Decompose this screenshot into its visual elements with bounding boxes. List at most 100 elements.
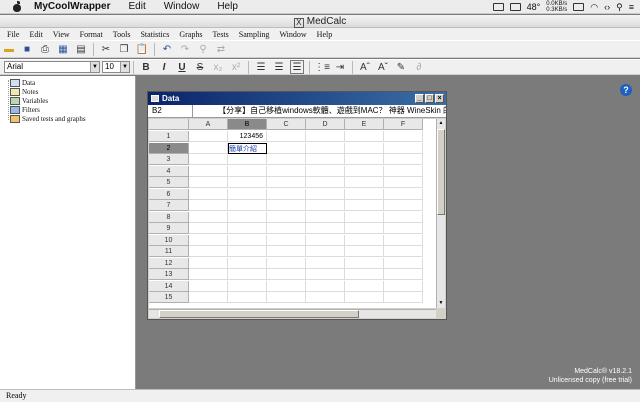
grid-cell[interactable] [345,131,384,142]
column-header[interactable]: A [189,119,228,130]
scroll-down-icon[interactable]: ▼ [437,299,445,308]
row-header[interactable]: 6 [149,188,189,200]
font-grow-icon[interactable]: Aˆ [358,60,372,74]
grid-cell[interactable] [384,246,423,257]
grid-cell[interactable] [189,131,228,142]
grid-cell[interactable]: 簡單介紹 [228,142,267,154]
menu-help[interactable]: Help [317,30,333,39]
column-header[interactable]: F [384,119,423,130]
row-header[interactable]: 11 [149,246,189,257]
apple-icon[interactable] [12,1,22,12]
grid-cell[interactable] [384,292,423,303]
grid-cell[interactable] [306,246,345,257]
grid-cell[interactable] [189,280,228,292]
font-size-select[interactable]: 10 ▼ [102,61,130,73]
grid-cell[interactable] [189,269,228,280]
menu-view[interactable]: View [53,30,70,39]
grid-cell[interactable] [345,188,384,200]
vertical-scrollbar[interactable]: ▲ ▼ [436,119,445,308]
spreadsheet-icon[interactable]: ▦ [56,42,70,56]
grid-cell[interactable] [384,200,423,211]
grid-cell[interactable] [384,131,423,142]
row-header[interactable]: 10 [149,234,189,246]
grid-cell[interactable] [189,165,228,177]
grid-cell[interactable] [189,200,228,211]
grid-cell[interactable] [345,246,384,257]
grid-cell[interactable] [345,292,384,303]
row-header[interactable]: 8 [149,211,189,223]
menu-format[interactable]: Format [80,30,103,39]
tree-item-variables[interactable]: Variables [10,96,135,105]
grid-cell[interactable] [228,234,267,246]
mac-app-name[interactable]: MyCoolWrapper [34,1,111,12]
subscript-icon[interactable]: x₂ [211,60,225,74]
menu-tools[interactable]: Tools [113,30,131,39]
grid-cell[interactable] [267,177,306,188]
grid-cell[interactable] [345,200,384,211]
align-left-icon[interactable]: ☰ [254,60,268,74]
grid-cell[interactable] [345,211,384,223]
grid-cell[interactable] [345,154,384,165]
grid-cell[interactable] [384,257,423,269]
row-header[interactable]: 1 [149,131,189,142]
formula-input[interactable]: 【分享】自己移植windows軟體、遊戲到MAC？ 神器 WineSkin 的 [193,105,446,117]
superscript-icon[interactable]: x² [229,60,243,74]
grid-cell[interactable] [306,131,345,142]
close-icon[interactable]: × [435,94,444,103]
edit-icon[interactable]: ✎ [394,60,408,74]
grid-cell[interactable] [189,257,228,269]
align-center-icon[interactable]: ☰ [272,60,286,74]
strikethrough-icon[interactable]: S [193,60,207,74]
menu-edit[interactable]: Edit [29,30,42,39]
grid-cell[interactable] [267,280,306,292]
grid-cell[interactable] [306,165,345,177]
paste-icon[interactable]: 📋 [135,42,149,56]
grid-cell[interactable] [228,223,267,234]
grid-cell[interactable] [189,246,228,257]
row-header[interactable]: 13 [149,269,189,280]
tree-item-notes[interactable]: Notes [10,87,135,96]
row-header[interactable]: 15 [149,292,189,303]
grid-cell[interactable] [345,177,384,188]
grid-corner[interactable] [149,119,189,130]
grid-cell[interactable] [306,177,345,188]
grid-cell[interactable]: 123456 [228,131,267,142]
grid-cell[interactable] [384,211,423,223]
mac-menu-window[interactable]: Window [164,1,200,12]
battery-icon[interactable] [573,3,585,11]
menu-tests[interactable]: Tests [212,30,228,39]
grid-cell[interactable] [228,154,267,165]
mac-menu-edit[interactable]: Edit [129,1,146,12]
grid-cell[interactable] [189,154,228,165]
cut-icon[interactable]: ✂ [99,42,113,56]
row-header[interactable]: 9 [149,223,189,234]
maximize-icon[interactable]: □ [425,94,434,103]
grid-cell[interactable] [306,200,345,211]
row-header[interactable]: 5 [149,177,189,188]
grid-cell[interactable] [228,257,267,269]
menu-graphs[interactable]: Graphs [179,30,202,39]
grid-cell[interactable] [306,269,345,280]
grid-cell[interactable] [189,234,228,246]
open-folder-icon[interactable]: ▬ [2,42,16,56]
grid-cell[interactable] [228,246,267,257]
grid-cell[interactable] [384,177,423,188]
grid-cell[interactable] [384,188,423,200]
grid-cell[interactable] [228,177,267,188]
grid-icon[interactable] [509,3,521,11]
grid-cell[interactable] [345,142,384,154]
grid-cell[interactable] [267,165,306,177]
column-header[interactable]: E [345,119,384,130]
grid-cell[interactable] [306,188,345,200]
screen-icon[interactable] [492,3,504,11]
print-icon[interactable]: ⎙ [38,42,52,56]
grid-cell[interactable] [384,234,423,246]
grid-cell[interactable] [306,280,345,292]
grid-cell[interactable] [228,269,267,280]
column-header[interactable]: D [306,119,345,130]
grid-cell[interactable] [189,142,228,154]
grid-cell[interactable] [345,257,384,269]
spreadsheet-grid[interactable]: A B C D E F 1 123456 2 簡單介紹 3 4 5 6 7 8 9 10 11 12 13 14 15 [149,119,436,308]
row-header[interactable]: 14 [149,280,189,292]
grid-cell[interactable] [345,234,384,246]
